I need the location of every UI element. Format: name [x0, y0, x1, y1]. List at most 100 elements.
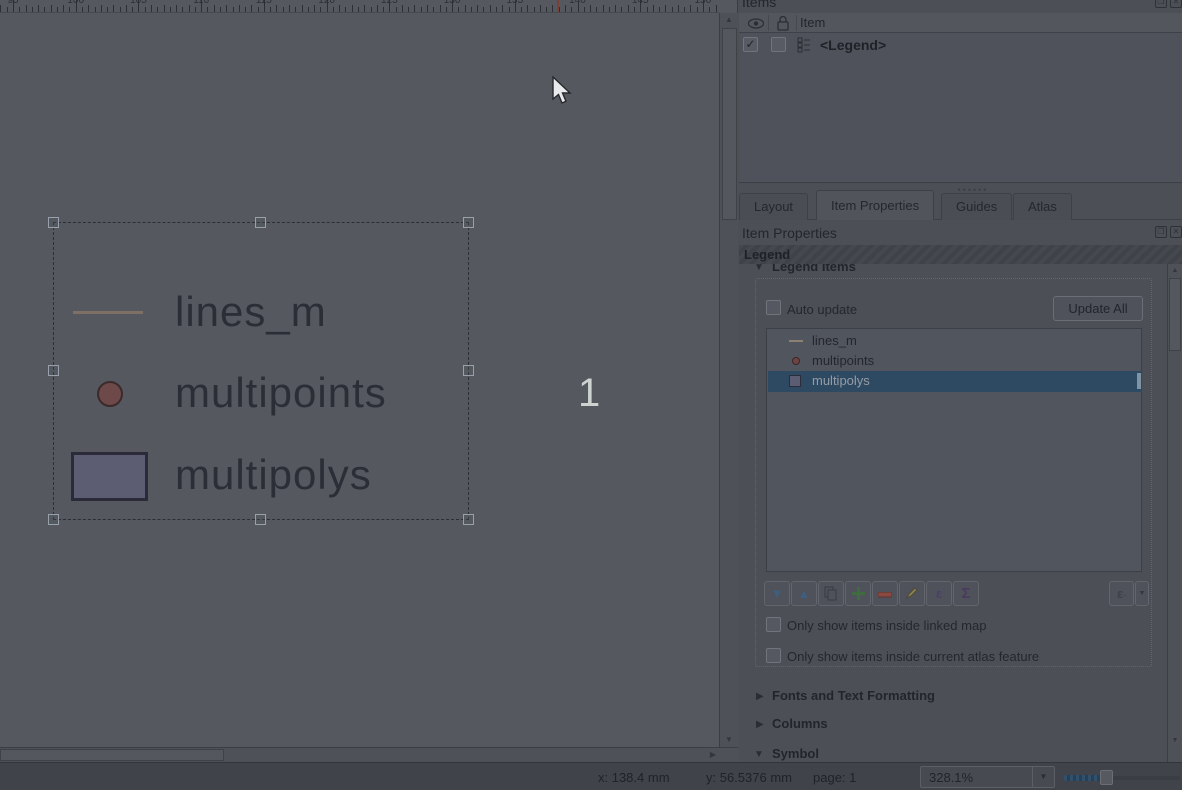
- auto-update-label: Auto update: [787, 302, 857, 317]
- point-symbol: [97, 381, 123, 407]
- visibility-checkbox[interactable]: ✓: [743, 37, 758, 52]
- filter-expression-button[interactable]: ε▫: [1109, 581, 1134, 606]
- section-fonts[interactable]: Fonts and Text Formatting: [772, 688, 935, 703]
- scrollbar-thumb[interactable]: [0, 749, 224, 761]
- cursor-x-readout: x: 138.4 mm: [598, 770, 670, 785]
- scroll-right-icon[interactable]: ▶: [706, 749, 720, 761]
- scroll-down-icon[interactable]: ▼: [720, 734, 738, 746]
- tab-item-properties[interactable]: Item Properties: [816, 190, 934, 220]
- move-up-button[interactable]: ▲: [791, 581, 817, 606]
- item-properties-scroll: ▼ Legend Items Auto update Update All li…: [739, 258, 1167, 762]
- list-item[interactable]: lines_m: [768, 331, 1142, 351]
- item-row-label: <Legend>: [820, 37, 886, 53]
- resize-handle-ne[interactable]: [463, 217, 474, 228]
- resize-handle-s[interactable]: [255, 514, 266, 525]
- right-dock: Items ❐ ✕ Item ✓ <Legend>: [739, 0, 1182, 762]
- float-panel-icon[interactable]: ❐: [1155, 226, 1167, 238]
- legend-label: multipoints: [175, 369, 387, 417]
- remove-button[interactable]: [872, 581, 898, 606]
- resize-handle-n[interactable]: [255, 217, 266, 228]
- atlas-feature-label: Only show items inside current atlas fea…: [787, 649, 1039, 664]
- mouse-cursor: [551, 76, 575, 108]
- ruler-tick-label: 125: [381, 0, 398, 6]
- panel-scrollbar[interactable]: ▲ ▼: [1167, 264, 1182, 762]
- zoom-slider-fill: [1064, 775, 1104, 781]
- ruler-tick-label: 100: [67, 0, 84, 6]
- scroll-down-icon[interactable]: ▼: [1168, 735, 1182, 747]
- copy-button[interactable]: [818, 581, 844, 606]
- item-type-label: Legend: [744, 247, 790, 262]
- minus-icon: [878, 592, 892, 598]
- item-properties-panel: Item Properties ❐ ✕ ▼ Legend Items Auto …: [739, 220, 1182, 762]
- legend-item-icon: [797, 37, 812, 53]
- chevron-right-icon[interactable]: ▶: [756, 719, 764, 730]
- section-columns[interactable]: Columns: [772, 716, 828, 731]
- chevron-down-icon[interactable]: ▼: [1032, 767, 1054, 787]
- update-all-button[interactable]: Update All: [1053, 296, 1143, 321]
- resize-handle-nw[interactable]: [48, 217, 59, 228]
- tab-layout[interactable]: Layout: [739, 193, 808, 220]
- ruler-tick-label: 105: [130, 0, 147, 6]
- canvas-horizontal-scrollbar[interactable]: ▶: [0, 747, 738, 762]
- eye-icon: [747, 18, 765, 29]
- expression-button[interactable]: ε: [926, 581, 952, 606]
- legend-label: lines_m: [175, 288, 327, 336]
- canvas-vertical-scrollbar[interactable]: ▲ ▼: [719, 13, 738, 747]
- ruler-tick-label: 135: [506, 0, 523, 6]
- cursor-y-readout: y: 56.5376 mm: [706, 770, 792, 785]
- edit-button[interactable]: [899, 581, 925, 606]
- scrollbar-thumb[interactable]: [1169, 278, 1181, 351]
- resize-handle-se[interactable]: [463, 514, 474, 525]
- list-item-selected[interactable]: multipolys: [768, 371, 1142, 392]
- layout-canvas[interactable]: 95100105110115120125130135140145150 line…: [0, 0, 738, 762]
- items-tree-header: Item: [739, 13, 1182, 33]
- section-symbol[interactable]: Symbol: [772, 746, 819, 761]
- legend-items-list[interactable]: lines_m multipoints multipolys: [766, 328, 1142, 572]
- items-column-header: Item: [800, 15, 825, 30]
- add-button[interactable]: [845, 581, 871, 606]
- scrollbar-thumb[interactable]: [722, 28, 737, 220]
- scroll-up-icon[interactable]: ▲: [720, 14, 738, 26]
- page-number-overlay: 1: [578, 371, 600, 416]
- move-down-button[interactable]: ▼: [764, 581, 790, 606]
- lock-icon: [776, 15, 790, 31]
- ruler-tick-label: 120: [318, 0, 335, 6]
- resize-handle-w[interactable]: [48, 365, 59, 376]
- tab-guides[interactable]: Guides: [941, 193, 1012, 220]
- scroll-up-icon[interactable]: ▲: [1168, 265, 1182, 277]
- auto-update-checkbox[interactable]: [766, 300, 781, 315]
- ruler-tick-label: 115: [256, 0, 272, 6]
- sum-button[interactable]: Σ: [953, 581, 979, 606]
- filter-dropdown-button[interactable]: ▼: [1135, 581, 1149, 606]
- status-bar: x: 138.4 mm y: 56.5376 mm page: 1 328.1%…: [0, 762, 1182, 790]
- item-properties-title: Item Properties: [742, 225, 837, 241]
- lock-checkbox[interactable]: [771, 37, 786, 52]
- ruler-tick-label: 95: [7, 0, 18, 6]
- resize-handle-e[interactable]: [463, 365, 474, 376]
- resize-handle-sw[interactable]: [48, 514, 59, 525]
- linked-map-checkbox[interactable]: [766, 617, 781, 632]
- close-panel-icon[interactable]: ✕: [1170, 0, 1182, 8]
- close-panel-icon[interactable]: ✕: [1170, 226, 1182, 238]
- list-item[interactable]: multipoints: [768, 351, 1142, 371]
- linked-map-label: Only show items inside linked map: [787, 618, 986, 633]
- line-symbol: [789, 340, 803, 342]
- copy-icon: [824, 586, 838, 601]
- ruler-tick-label: 130: [444, 0, 461, 6]
- page-readout: page: 1: [813, 770, 856, 785]
- float-panel-icon[interactable]: ❐: [1155, 0, 1167, 8]
- items-tree-row[interactable]: ✓ <Legend>: [739, 34, 1182, 56]
- chevron-right-icon[interactable]: ▶: [756, 691, 764, 702]
- chevron-down-icon[interactable]: ▼: [754, 749, 764, 760]
- atlas-feature-checkbox[interactable]: [766, 648, 781, 663]
- polygon-symbol: [71, 452, 148, 501]
- horizontal-ruler: 95100105110115120125130135140145150: [0, 0, 719, 13]
- items-tree[interactable]: Item ✓ <Legend> ••••••: [739, 13, 1182, 183]
- plus-icon: [852, 587, 865, 600]
- legend-items-group: Auto update Update All lines_m multipoin…: [755, 278, 1152, 667]
- zoom-combobox[interactable]: 328.1% ▼: [920, 766, 1055, 788]
- zoom-slider-handle[interactable]: [1100, 770, 1113, 785]
- dock-tabbar: Layout Item Properties Guides Atlas: [739, 190, 1182, 220]
- legend-list-toolbar: ▼ ▲: [756, 581, 1153, 607]
- tab-atlas[interactable]: Atlas: [1013, 193, 1072, 220]
